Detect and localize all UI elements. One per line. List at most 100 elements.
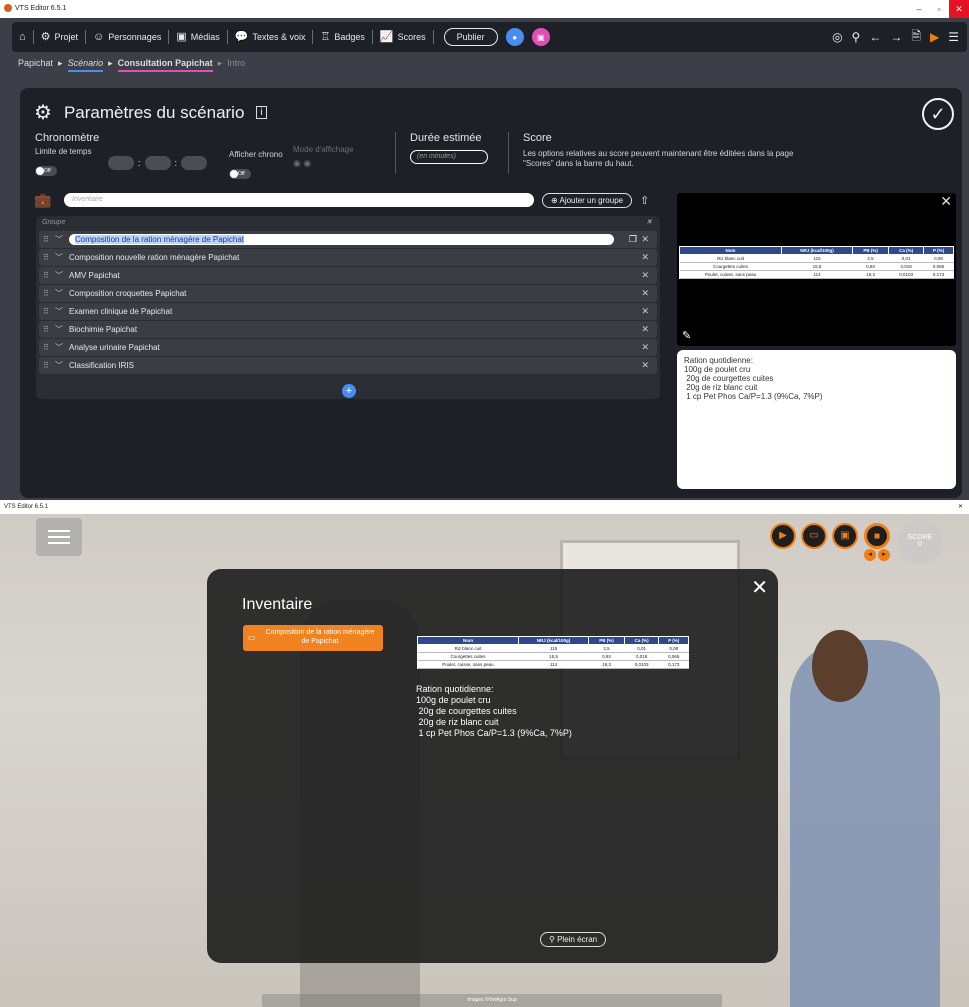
drag-handle-icon[interactable]: ⠿: [43, 235, 55, 244]
drag-handle-icon[interactable]: ⠿: [43, 361, 55, 370]
media-icon: ▣: [176, 30, 187, 43]
delete-icon[interactable]: ✕: [641, 360, 649, 371]
duration-input[interactable]: (en minutes): [410, 150, 488, 164]
display-mode-options[interactable]: ◉ ◉: [293, 158, 354, 169]
add-group-button[interactable]: ⊕ Ajouter un groupe: [542, 192, 633, 208]
upload-icon[interactable]: ⇧: [640, 194, 649, 207]
image-caption: Images ©VetAgro Sup: [262, 994, 722, 1007]
group-row[interactable]: ⠿ ﹀ Examen clinique de Papichat ✕: [39, 303, 657, 320]
add-item-button[interactable]: +: [342, 384, 356, 398]
delete-icon[interactable]: ✕: [641, 288, 649, 299]
camera-icon[interactable]: ▶: [770, 523, 796, 549]
publish-button[interactable]: Publier: [443, 28, 498, 46]
nav-medias[interactable]: ▣ Médias: [169, 30, 226, 43]
ration-text-area[interactable]: Ration quotidienne: 100g de poulet cru 2…: [677, 350, 956, 489]
breadcrumb-scenario[interactable]: Scénario: [67, 58, 104, 72]
table-row: Poulet, cuisse, sans peau 114 19,3 0,0103 0,…: [417, 660, 689, 669]
table-row: Courgettes cuites 15,5 0,93 0,019 0,065: [679, 262, 954, 271]
nav-textes-voix[interactable]: 💬 Textes & voix: [228, 31, 313, 43]
chevron-down-icon[interactable]: ﹀: [55, 234, 69, 245]
close-icon[interactable]: ✕: [751, 575, 768, 600]
stop-icon[interactable]: ■: [864, 523, 890, 549]
close-icon[interactable]: ✕: [940, 193, 952, 210]
image-preview: ✕ Nom NRJ (kcal/100g) PB (%) Ca (%) P (%) Ri…: [677, 193, 956, 346]
group-row[interactable]: ⠿ ﹀ AMV Papichat ✕: [39, 267, 657, 284]
copy-icon[interactable]: ❐: [629, 234, 637, 245]
delete-icon[interactable]: ✕: [641, 270, 649, 281]
breadcrumb-consultation[interactable]: Consultation Papichat: [117, 58, 213, 72]
drag-handle-icon[interactable]: ⠿: [43, 325, 55, 334]
maximize-icon[interactable]: ▫: [929, 0, 949, 18]
nav-projet[interactable]: ⚙ Projet: [34, 30, 85, 43]
rewind-icon[interactable]: ◂: [864, 549, 876, 561]
show-chrono-toggle[interactable]: Off: [229, 169, 251, 179]
arrow-left-icon[interactable]: ←: [869, 30, 881, 44]
menu-button[interactable]: [36, 518, 82, 556]
chevron-down-icon[interactable]: ﹀: [55, 306, 69, 317]
chevron-down-icon[interactable]: ﹀: [55, 342, 69, 353]
app-logo-icon: [4, 4, 12, 13]
chevron-down-icon[interactable]: ﹀: [55, 360, 69, 371]
drag-handle-icon[interactable]: ⠿: [43, 289, 55, 298]
chevron-down-icon[interactable]: ﹀: [55, 252, 69, 263]
save-icon[interactable]: 🗎: [911, 27, 921, 48]
person-icon: ☺: [93, 30, 105, 43]
drag-handle-icon[interactable]: ⠿: [43, 253, 55, 262]
inventory-icon[interactable]: ▣: [832, 523, 858, 549]
inventory-input[interactable]: Inventaire: [64, 193, 534, 207]
editor-window: VTS Editor 6.5.1 – ▫ ✕ ⌂ ⚙ Projet ☺ Person…: [0, 0, 969, 500]
time-limit-toggle[interactable]: Off: [35, 166, 57, 176]
image-icon[interactable]: ▣: [531, 28, 550, 46]
preview-icon[interactable]: ●: [505, 28, 524, 46]
group-row[interactable]: ⠿ ﹀ Composition de la ration ménagère de P…: [39, 231, 657, 248]
nav-badges[interactable]: ♖ Badges: [313, 31, 371, 43]
seconds-field[interactable]: [181, 156, 208, 170]
group-row[interactable]: ⠿ ﹀ Biochimie Papichat ✕: [39, 321, 657, 338]
fullscreen-button[interactable]: ⚲ Plein écran: [540, 932, 607, 947]
drag-handle-icon[interactable]: ⠿: [43, 343, 55, 352]
edit-icon[interactable]: ✎: [682, 329, 691, 342]
check-icon[interactable]: ◎: [832, 30, 842, 44]
chevron-down-icon[interactable]: ﹀: [55, 288, 69, 299]
inventory-item-button[interactable]: ▭ Composition de la ration ménagère de Pa…: [243, 625, 383, 651]
drag-handle-icon[interactable]: ⠿: [43, 307, 55, 316]
gear-icon: ⚙: [40, 30, 51, 43]
close-window-icon[interactable]: ✕: [949, 0, 969, 18]
nav-personnages[interactable]: ☺ Personnages: [86, 30, 168, 43]
group-row[interactable]: ⠿ ﹀ Analyse urinaire Papichat ✕: [39, 339, 657, 356]
play-icon[interactable]: ▶: [930, 30, 939, 44]
forward-icon[interactable]: ▸: [878, 549, 890, 561]
delete-icon[interactable]: ✕: [641, 306, 649, 317]
close-window-icon[interactable]: ✕: [958, 500, 963, 514]
menu-icon[interactable]: ☰: [948, 30, 959, 44]
delete-icon[interactable]: ✕: [641, 342, 649, 353]
search-icon[interactable]: ⚲: [852, 30, 861, 44]
delete-icon[interactable]: ✕: [641, 324, 649, 335]
chevron-down-icon[interactable]: ﹀: [55, 270, 69, 281]
delete-icon[interactable]: ✕: [641, 252, 649, 263]
info-icon[interactable]: i: [256, 106, 267, 119]
breadcrumb-papichat[interactable]: Papichat: [18, 58, 53, 72]
group-row[interactable]: ⠿ ﹀ Composition nouvelle ration ménagère P…: [39, 249, 657, 266]
screen-icon[interactable]: ▭: [801, 523, 827, 549]
minutes-field[interactable]: [144, 156, 171, 170]
ration-text: Ration quotidienne: 100g de poulet cru 2…: [416, 684, 572, 738]
hours-field[interactable]: [108, 156, 134, 170]
nav-scores[interactable]: 📈 Scores: [373, 31, 433, 43]
limit-label: Limite de temps: [35, 147, 92, 156]
drag-handle-icon[interactable]: ⠿: [43, 271, 55, 280]
home-button[interactable]: ⌂: [12, 31, 33, 43]
main-toolbar: ⌂ ⚙ Projet ☺ Personnages ▣ Médias 💬 Textes &…: [12, 22, 967, 52]
group-row[interactable]: ⠿ ﹀ Classification IRIS ✕: [39, 357, 657, 374]
minimize-icon[interactable]: –: [909, 0, 929, 18]
display-mode-label: Mode d'affichage: [293, 145, 354, 154]
title-bar: VTS Editor 6.5.1 ✕: [0, 500, 969, 514]
group-row[interactable]: ⠿ ﹀ Composition croquettes Papichat ✕: [39, 285, 657, 302]
confirm-check-button[interactable]: ✓: [922, 98, 954, 130]
close-icon[interactable]: ✕: [646, 216, 652, 230]
chevron-down-icon[interactable]: ﹀: [55, 324, 69, 335]
briefcase-icon: 💼: [34, 191, 52, 208]
breadcrumb-intro[interactable]: Intro: [227, 58, 245, 72]
arrow-right-icon[interactable]: →: [890, 30, 902, 44]
delete-icon[interactable]: ✕: [641, 234, 649, 245]
